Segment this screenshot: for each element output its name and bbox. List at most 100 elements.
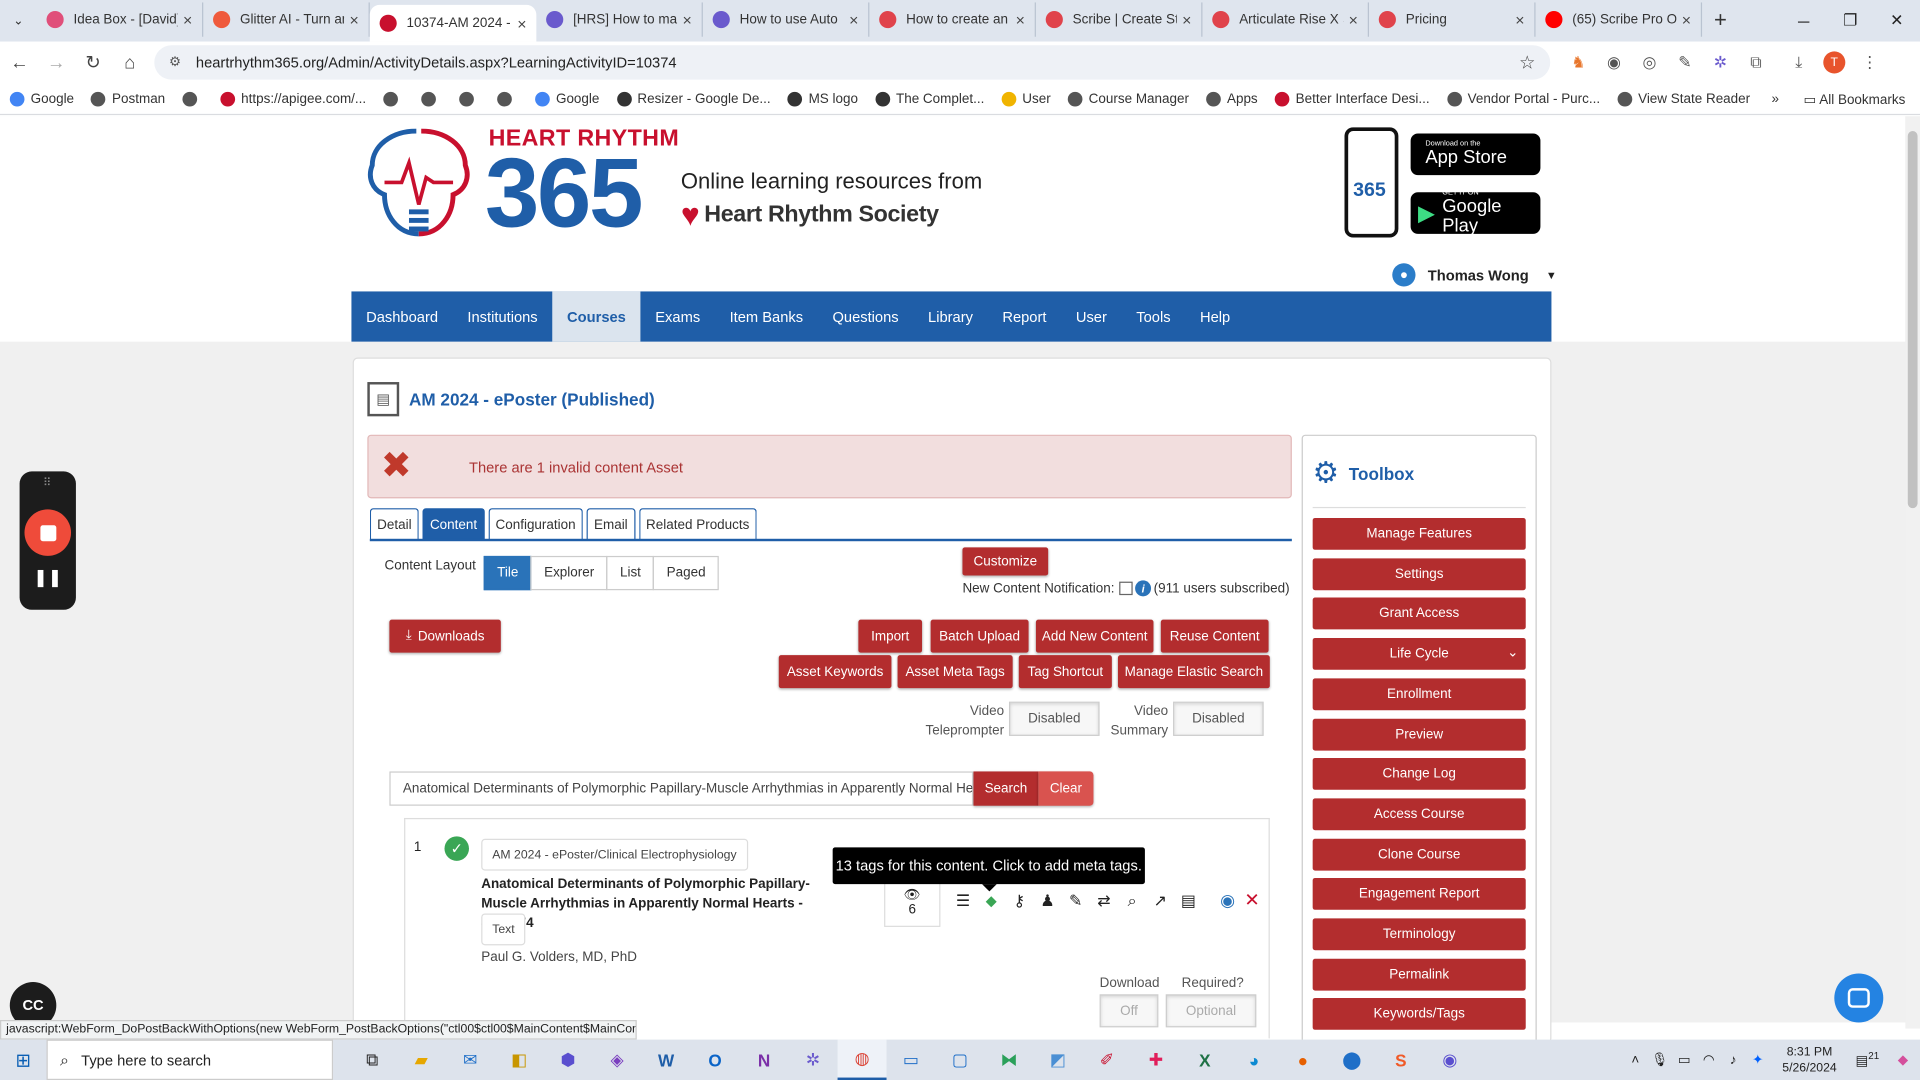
toolbox-keywords-tags-button[interactable]: Keywords/Tags xyxy=(1312,998,1526,1031)
toolbox-settings-button[interactable]: Settings xyxy=(1312,557,1526,590)
bookmark-item[interactable]: Course Manager xyxy=(1067,91,1189,106)
add-new-content-button[interactable]: Add New Content xyxy=(1035,619,1154,653)
close-tab-icon[interactable]: × xyxy=(183,10,192,28)
close-tab-icon[interactable]: × xyxy=(349,10,358,28)
toolbox-manage-features-button[interactable]: Manage Features xyxy=(1312,517,1526,550)
chrome-icon[interactable]: ◍ xyxy=(837,1039,887,1080)
microphone-icon[interactable]: 🎙 xyxy=(1648,1052,1672,1068)
toolbox-terminology-button[interactable]: Terminology xyxy=(1312,918,1526,951)
asset-keywords-button[interactable]: Asset Keywords xyxy=(778,655,892,689)
video-summary-toggle[interactable]: Disabled xyxy=(1173,701,1264,736)
outlook-icon[interactable]: O xyxy=(691,1040,740,1080)
remote-desktop-icon[interactable]: ▢ xyxy=(936,1040,985,1080)
drag-handle-icon[interactable]: ⠿ xyxy=(20,476,76,489)
sticky-app-icon[interactable]: ◧ xyxy=(495,1040,544,1080)
all-bookmarks[interactable]: ▭ All Bookmarks xyxy=(1804,91,1906,107)
nav-courses[interactable]: Courses xyxy=(552,291,641,342)
chat-support-button[interactable] xyxy=(1834,973,1884,1023)
tag-icon[interactable]: ⬥ xyxy=(981,890,1002,911)
notifications-icon[interactable]: ▤21 xyxy=(1849,1051,1886,1069)
app-icon[interactable]: S xyxy=(1376,1040,1425,1080)
bookmark-item[interactable]: User xyxy=(1001,91,1051,106)
bookmark-item[interactable] xyxy=(182,91,203,106)
item-title[interactable]: Anatomical Determinants of Polymorphic P… xyxy=(481,874,848,933)
url-bar[interactable]: ⚙ heartrhythm365.org/Admin/ActivityDetai… xyxy=(154,45,1551,80)
battery-icon[interactable]: ▭ xyxy=(1672,1052,1696,1068)
task-view-icon[interactable]: ⧉ xyxy=(348,1040,397,1080)
browser-tab[interactable]: 10374-AM 2024 - × xyxy=(369,4,537,42)
nav-questions[interactable]: Questions xyxy=(818,291,914,341)
google-play-badge[interactable]: ▶ GET IT ON Google Play xyxy=(1410,190,1541,235)
bookmark-star-icon[interactable]: ☆ xyxy=(1519,51,1535,74)
visibility-eye-icon[interactable]: ◉ xyxy=(1217,890,1238,911)
delete-icon[interactable]: ✕ xyxy=(1242,889,1263,911)
bookmark-item[interactable]: https://apigee.com/... xyxy=(220,91,366,106)
nav-library[interactable]: Library xyxy=(913,291,987,341)
download-toggle[interactable]: Off xyxy=(1099,994,1159,1028)
browser-tab[interactable]: Idea Box - [David] × xyxy=(37,2,204,37)
nav-exams[interactable]: Exams xyxy=(641,291,715,341)
bookmark-item[interactable] xyxy=(383,91,404,106)
bookmark-item[interactable]: Vendor Portal - Purc... xyxy=(1446,91,1600,106)
extension-icon[interactable]: ♞ xyxy=(1567,51,1589,73)
toolbox-enrollment-button[interactable]: Enrollment xyxy=(1312,678,1526,710)
back-icon[interactable]: ← xyxy=(2,45,36,79)
scrollbar-thumb[interactable] xyxy=(1907,131,1918,509)
toolbox-access-course-button[interactable]: Access Course xyxy=(1312,798,1526,831)
taskbar-search[interactable]: ⌕ Type here to search xyxy=(46,1039,334,1080)
zoom-icon[interactable]: ⌕ xyxy=(1122,890,1143,911)
nav-institutions[interactable]: Institutions xyxy=(453,291,553,341)
tab-detail[interactable]: Detail xyxy=(369,508,419,541)
user-menu[interactable]: ● Thomas Wong ▼ xyxy=(1392,263,1557,287)
bookmark-item[interactable]: Google xyxy=(535,91,599,106)
extension-icon[interactable]: ◎ xyxy=(1638,51,1660,73)
info-icon[interactable]: i xyxy=(1135,580,1152,597)
download-icon[interactable]: ⤓ xyxy=(1788,51,1810,73)
scribe-extension-icon[interactable]: ✲ xyxy=(1709,51,1731,73)
nav-help[interactable]: Help xyxy=(1185,291,1245,341)
bookmark-item[interactable]: Resizer - Google De... xyxy=(616,91,771,106)
maps-icon[interactable]: ⬤ xyxy=(1327,1040,1376,1080)
browser-tab[interactable]: Glitter AI - Turn an × xyxy=(203,2,370,37)
toolbox-grant-access-button[interactable]: Grant Access xyxy=(1312,598,1526,630)
import-button[interactable]: Import xyxy=(858,619,923,653)
slack-icon[interactable]: ✚ xyxy=(1131,1040,1180,1080)
toolbox-preview-button[interactable]: Preview xyxy=(1312,718,1526,751)
toolbox-clone-course-button[interactable]: Clone Course xyxy=(1312,838,1526,871)
app-icon[interactable]: ◩ xyxy=(1033,1040,1082,1080)
copilot-icon[interactable]: ◆ xyxy=(1886,1052,1920,1068)
toolbox-change-log-button[interactable]: Change Log xyxy=(1312,758,1526,791)
windows-start-icon[interactable]: ⊞ xyxy=(0,1049,47,1071)
close-tab-icon[interactable]: × xyxy=(517,14,526,32)
clear-button[interactable]: Clear xyxy=(1038,771,1094,806)
nav-dashboard[interactable]: Dashboard xyxy=(351,291,452,341)
visual-studio-icon[interactable]: ◈ xyxy=(593,1040,642,1080)
bookmark-item[interactable]: View State Reader xyxy=(1617,91,1750,106)
close-window-icon[interactable]: ✕ xyxy=(1873,0,1920,42)
menu-icon[interactable]: ⋮ xyxy=(1859,51,1881,73)
nav-tools[interactable]: Tools xyxy=(1122,291,1186,341)
minimize-icon[interactable]: ─ xyxy=(1780,0,1827,42)
downloads-button[interactable]: ⤓ Downloads xyxy=(389,619,501,653)
browser-tab[interactable]: Scribe | Create Ste × xyxy=(1036,2,1203,37)
mail-icon[interactable]: ✉ xyxy=(446,1040,495,1080)
layout-tile[interactable]: Tile xyxy=(483,555,532,591)
close-tab-icon[interactable]: × xyxy=(849,10,858,28)
browser-tab[interactable]: How to create an × xyxy=(869,2,1036,37)
browser-tab[interactable]: [HRS] How to mak × xyxy=(536,2,703,37)
toolbox-engagement-report-button[interactable]: Engagement Report xyxy=(1312,878,1526,911)
list-icon[interactable]: ☰ xyxy=(953,890,974,911)
browser-tab[interactable]: Pricing × xyxy=(1369,2,1536,37)
new-tab-button[interactable]: + xyxy=(1702,2,1739,36)
nav-item-banks[interactable]: Item Banks xyxy=(715,291,818,341)
clock[interactable]: 8:31 PM 5/26/2024 xyxy=(1782,1044,1836,1076)
toolbox-permalink-button[interactable]: Permalink xyxy=(1312,958,1526,991)
close-tab-icon[interactable]: × xyxy=(1349,10,1358,28)
bookmark-item[interactable] xyxy=(497,91,518,106)
scribe-app-icon[interactable]: ✲ xyxy=(789,1040,838,1080)
volume-icon[interactable]: ♪ xyxy=(1721,1052,1745,1067)
camera-icon[interactable]: ◉ xyxy=(1603,51,1625,73)
layout-explorer[interactable]: Explorer xyxy=(530,555,608,591)
toolbox-life-cycle-button[interactable]: Life Cycle ⌄ xyxy=(1312,638,1526,670)
content-search-input[interactable]: Anatomical Determinants of Polymorphic P… xyxy=(389,771,974,806)
